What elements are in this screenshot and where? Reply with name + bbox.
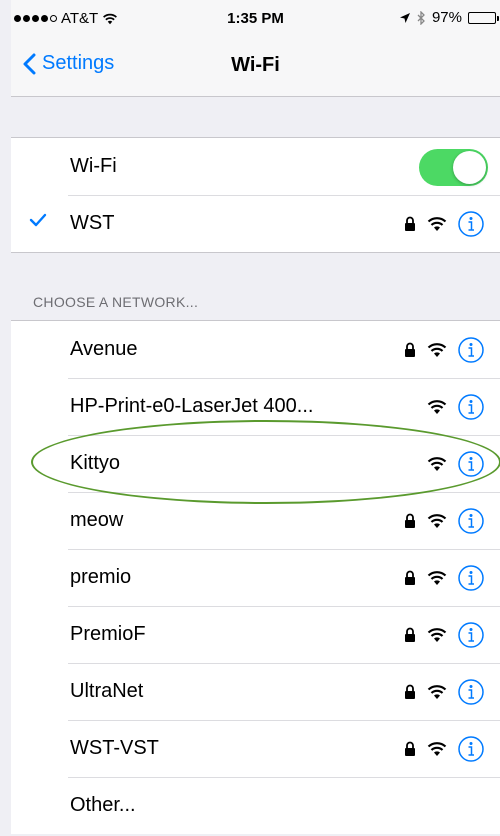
info-icon[interactable]	[458, 336, 484, 363]
connected-network-row[interactable]: WST	[11, 195, 500, 252]
checkmark-icon	[29, 213, 47, 227]
lock-icon	[405, 570, 415, 585]
info-icon[interactable]	[458, 210, 484, 237]
network-row[interactable]: Avenue	[11, 321, 500, 378]
info-icon[interactable]	[458, 507, 484, 534]
network-name: UltraNet	[70, 680, 144, 702]
lock-icon	[405, 342, 415, 357]
info-icon[interactable]	[458, 735, 484, 762]
wifi-signal-icon	[427, 216, 447, 231]
lock-icon	[405, 513, 415, 528]
network-name: Kittyo	[70, 452, 121, 474]
wifi-signal-icon	[427, 513, 447, 528]
battery-percent: 97%	[431, 9, 462, 26]
info-icon[interactable]	[458, 621, 484, 648]
network-row[interactable]: WST-VST	[11, 720, 500, 777]
location-arrow-icon	[399, 12, 410, 23]
wifi-toggle-switch[interactable]	[419, 149, 488, 186]
wifi-toggle-label: Wi-Fi	[70, 155, 117, 177]
info-icon[interactable]	[458, 450, 484, 477]
network-row[interactable]: UltraNet	[11, 663, 500, 720]
wifi-group: Wi-Fi WST	[11, 137, 500, 253]
network-name: Avenue	[70, 338, 138, 360]
wifi-signal-icon	[427, 684, 447, 699]
navigation-bar: Settings Wi-Fi	[11, 40, 500, 97]
lock-icon	[405, 741, 415, 756]
battery-icon	[468, 11, 499, 24]
connected-network-name: WST	[70, 212, 115, 234]
section-header: CHOOSE A NETWORK...	[33, 294, 199, 310]
status-right: 97%	[399, 9, 499, 26]
bluetooth-icon	[417, 10, 425, 25]
network-name: HP-Print-e0-LaserJet 400...	[70, 395, 314, 417]
info-icon[interactable]	[458, 393, 484, 420]
wifi-signal-icon	[427, 399, 447, 414]
lock-icon	[405, 684, 415, 699]
wifi-signal-icon	[427, 342, 447, 357]
status-bar: AT&T 1:35 PM 97%	[11, 0, 500, 40]
wifi-signal-icon	[427, 627, 447, 642]
wifi-signal-icon	[427, 456, 447, 471]
info-icon[interactable]	[458, 564, 484, 591]
network-row[interactable]: HP-Print-e0-LaserJet 400...	[11, 378, 500, 435]
network-row[interactable]: Kittyo	[11, 435, 500, 492]
network-name: meow	[70, 509, 124, 531]
other-network-row[interactable]: Other...	[11, 777, 500, 834]
lock-icon	[405, 627, 415, 642]
network-name: PremioF	[70, 623, 146, 645]
settings-screen: AT&T 1:35 PM 97% Settings Wi-Fi Wi-Fi WS…	[11, 0, 500, 836]
network-name: premio	[70, 566, 132, 588]
network-list: Avenue HP-Print-e0-LaserJet 400... Kitty…	[11, 320, 500, 834]
network-row[interactable]: PremioF	[11, 606, 500, 663]
lock-icon	[405, 216, 415, 231]
other-network-label: Other...	[70, 794, 136, 816]
network-row[interactable]: premio	[11, 549, 500, 606]
info-icon[interactable]	[458, 678, 484, 705]
wifi-signal-icon	[427, 570, 447, 585]
network-name: WST-VST	[70, 737, 159, 759]
network-row[interactable]: meow	[11, 492, 500, 549]
toggle-knob	[453, 151, 486, 184]
wifi-toggle-row: Wi-Fi	[11, 138, 500, 195]
page-title: Wi-Fi	[231, 54, 280, 76]
wifi-signal-icon	[427, 741, 447, 756]
